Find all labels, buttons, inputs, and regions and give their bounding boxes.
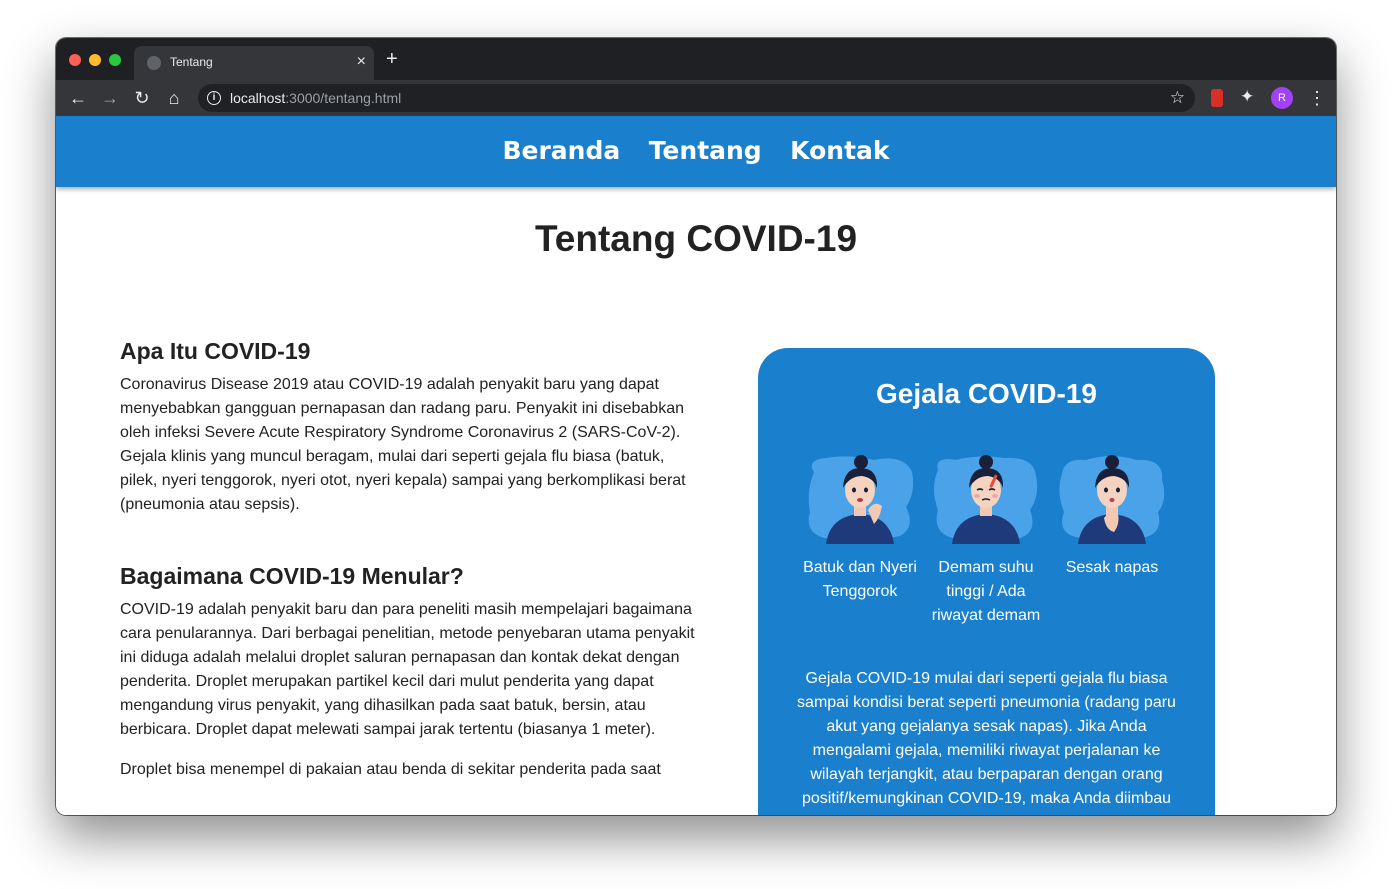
browser-tab-active[interactable]: Tentang × (134, 46, 374, 80)
page-viewport: Beranda Tentang Kontak Tentang COVID-19 … (56, 116, 1336, 815)
home-icon[interactable]: ⌂ (162, 80, 186, 116)
globe-icon (147, 56, 161, 70)
new-tab-icon[interactable]: + (386, 49, 398, 69)
puzzle-extensions-icon[interactable]: ✦ (1240, 87, 1254, 107)
cough-woman-illustration (808, 455, 914, 544)
section-paragraph: Droplet bisa menempel di pakaian atau be… (120, 761, 661, 778)
tab-strip: Tentang × + (56, 38, 1336, 80)
article-column: Apa Itu COVID-19 Coronavirus Disease 201… (120, 338, 700, 782)
reload-icon[interactable]: ↻ (130, 80, 154, 116)
site-navbar: Beranda Tentang Kontak (56, 116, 1336, 187)
fever-woman-illustration (934, 455, 1038, 544)
shortness-of-breath-woman-illustration (1059, 455, 1165, 544)
symptoms-description: Gejala COVID-19 mulai dari seperti gejal… (794, 670, 1179, 815)
kebab-menu-icon[interactable]: ⋮ (1308, 80, 1326, 116)
extension-icon[interactable] (1211, 89, 1223, 107)
symptoms-card-title: Gejala COVID-19 (876, 378, 1097, 409)
tab-title: Tentang (170, 55, 213, 69)
symptom-item: Sesak napas (1052, 452, 1172, 580)
browser-window: Tentang × + ← → ↻ ⌂ i localhost:3000/ten… (56, 38, 1336, 815)
url-text[interactable]: localhost:3000/tentang.html (230, 90, 401, 106)
forward-arrow-icon[interactable]: → (98, 80, 122, 116)
minimize-window-button[interactable] (89, 54, 101, 66)
symptom-label: Demam suhu tinggi / Ada riwayat demam (931, 559, 1041, 624)
close-tab-icon[interactable]: × (357, 52, 366, 72)
symptoms-card: Gejala COVID-19 Batuk dan Nyeri Tenggoro… (758, 348, 1215, 815)
section-paragraph: COVID-19 adalah penyakit baru dan para p… (120, 601, 695, 738)
symptom-item: Batuk dan Nyeri Tenggorok (800, 452, 920, 604)
browser-toolbar: ← → ↻ ⌂ i localhost:3000/tentang.html ☆ … (56, 80, 1336, 116)
info-icon[interactable]: i (207, 91, 221, 105)
nav-links: Beranda Tentang Kontak (56, 116, 1336, 187)
section-heading-menular: Bagaimana COVID-19 Menular? (120, 563, 464, 589)
back-arrow-icon[interactable]: ← (66, 80, 90, 116)
section-paragraph: Coronavirus Disease 2019 atau COVID-19 a… (120, 376, 686, 513)
page-title: Tentang COVID-19 (534, 218, 858, 259)
nav-link-beranda[interactable]: Beranda (502, 116, 620, 186)
section-heading-apa-itu: Apa Itu COVID-19 (120, 338, 311, 364)
address-bar[interactable]: i localhost:3000/tentang.html ☆ (198, 84, 1195, 112)
close-window-button[interactable] (69, 54, 81, 66)
nav-link-tentang[interactable]: Tentang (649, 116, 762, 186)
symptom-label: Batuk dan Nyeri Tenggorok (803, 559, 917, 600)
bookmark-star-icon[interactable]: ☆ (1170, 88, 1185, 108)
symptom-item: Demam suhu tinggi / Ada riwayat demam (926, 452, 1046, 628)
maximize-window-button[interactable] (109, 54, 121, 66)
profile-avatar[interactable]: R (1271, 87, 1293, 109)
symptom-label: Sesak napas (1065, 559, 1159, 576)
nav-link-kontak[interactable]: Kontak (790, 116, 889, 186)
